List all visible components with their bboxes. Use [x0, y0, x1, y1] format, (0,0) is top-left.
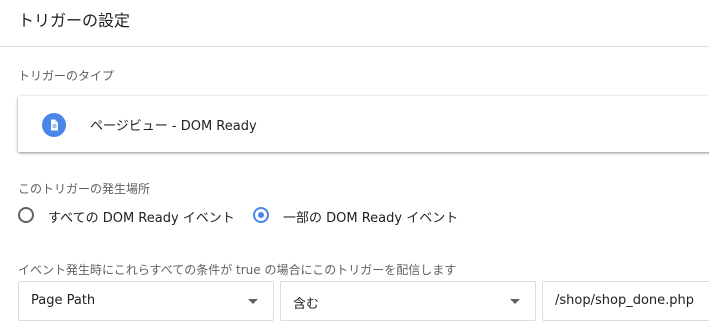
occurrence-label: このトリガーの発生場所: [18, 182, 151, 196]
value-input-text: /shop/shop_done.php: [555, 293, 695, 308]
radio-label: 一部の DOM Ready イベント: [283, 211, 459, 226]
radio-checked-icon: [253, 207, 269, 223]
radio-unchecked-icon: [18, 207, 34, 223]
chevron-down-icon: [248, 299, 258, 304]
trigger-type-name: ページビュー - DOM Ready: [90, 119, 257, 134]
header: トリガーの設定: [0, 0, 709, 47]
condition-label: イベント発生時にこれらすべての条件が true の場合にこのトリガーを配信します: [18, 263, 457, 277]
radio-label: すべての DOM Ready イベント: [48, 211, 235, 226]
variable-select-value: Page Path: [31, 293, 96, 308]
chevron-down-icon: [510, 299, 520, 304]
operator-select-value: 含む: [293, 297, 320, 312]
operator-select[interactable]: 含む: [280, 281, 536, 321]
trigger-type-label: トリガーのタイプ: [18, 69, 115, 83]
document-icon: [42, 113, 66, 137]
page-title: トリガーの設定: [18, 11, 131, 30]
value-input[interactable]: /shop/shop_done.php: [542, 281, 709, 321]
variable-select[interactable]: Page Path: [18, 281, 274, 321]
trigger-type-card[interactable]: ページビュー - DOM Ready: [18, 96, 709, 152]
